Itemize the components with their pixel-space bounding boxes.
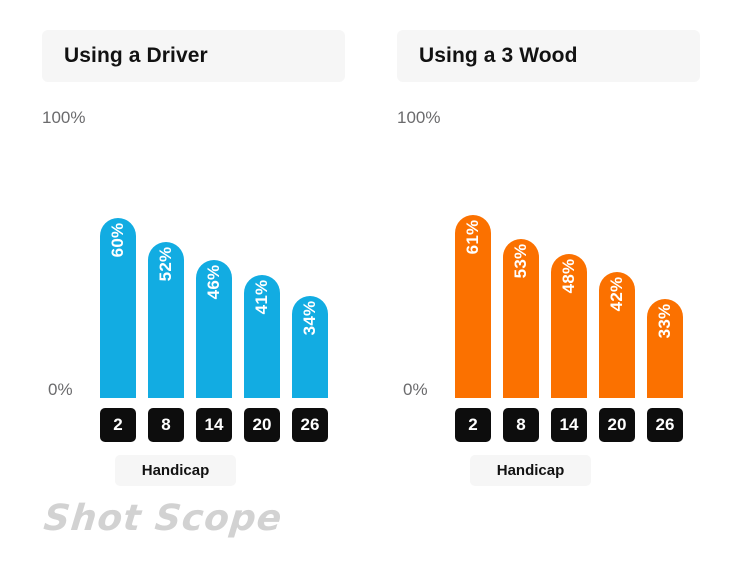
x-tick-chip[interactable]: 26 [292,408,328,442]
bar-slot: 42% [599,98,635,398]
bar-driver-20[interactable]: 41% [244,275,280,398]
bar-3-wood-26[interactable]: 33% [647,299,683,398]
charts-container: Using a Driver 100% 0% 60% 52% 46% 41% 3… [0,0,746,573]
y-axis-max-label-driver: 100% [42,108,86,127]
x-axis-ticks-3-wood: 2 8 14 20 26 [455,408,698,442]
bar-group-driver: 60% 52% 46% 41% 34% [100,98,343,398]
bar-value-label: 53% [511,243,530,279]
x-tick-chip[interactable]: 2 [100,408,136,442]
bar-slot: 48% [551,98,587,398]
bar-slot: 41% [244,98,280,398]
bar-value-label: 34% [300,300,319,336]
y-axis-max-label-3-wood: 100% [397,108,441,127]
bar-slot: 60% [100,98,136,398]
bar-slot: 52% [148,98,184,398]
x-tick-chip[interactable]: 2 [455,408,491,442]
bar-value-label: 33% [655,303,674,339]
chart-panel-driver: Using a Driver 100% 0% 60% 52% 46% 41% 3… [42,30,345,550]
bar-value-label: 46% [204,264,223,300]
x-tick-chip[interactable]: 14 [196,408,232,442]
bar-3-wood-8[interactable]: 53% [503,239,539,398]
bar-slot: 61% [455,98,491,398]
bar-slot: 53% [503,98,539,398]
bar-driver-2[interactable]: 60% [100,218,136,398]
bar-driver-8[interactable]: 52% [148,242,184,398]
x-axis-ticks-driver: 2 8 14 20 26 [100,408,343,442]
bar-driver-14[interactable]: 46% [196,260,232,398]
bar-slot: 46% [196,98,232,398]
bar-value-label: 42% [607,276,626,312]
bar-slot: 34% [292,98,328,398]
plot-area-3-wood: 61% 53% 48% 42% 33% [455,98,698,398]
chart-panel-3-wood: Using a 3 Wood 100% 0% 61% 53% 48% 42% 3… [397,30,700,550]
bar-3-wood-2[interactable]: 61% [455,215,491,398]
y-axis-min-label-3-wood: 0% [403,380,428,399]
x-tick-chip[interactable]: 14 [551,408,587,442]
bar-driver-26[interactable]: 34% [292,296,328,398]
bar-3-wood-14[interactable]: 48% [551,254,587,398]
page-title-3-wood: Using a 3 Wood [397,30,700,82]
bar-value-label: 48% [559,258,578,294]
x-tick-chip[interactable]: 20 [599,408,635,442]
x-tick-chip[interactable]: 8 [503,408,539,442]
bar-value-label: 41% [252,279,271,315]
x-axis-title-driver: Handicap [115,455,236,486]
bar-value-label: 52% [156,246,175,282]
shot-scope-logo: Shot Scope [41,498,285,539]
y-axis-min-label-driver: 0% [48,380,73,399]
x-tick-chip[interactable]: 26 [647,408,683,442]
plot-area-driver: 60% 52% 46% 41% 34% [100,98,343,398]
x-tick-chip[interactable]: 8 [148,408,184,442]
bar-3-wood-20[interactable]: 42% [599,272,635,398]
x-tick-chip[interactable]: 20 [244,408,280,442]
bar-slot: 33% [647,98,683,398]
bar-value-label: 60% [108,222,127,258]
bar-value-label: 61% [463,219,482,255]
x-axis-title-3-wood: Handicap [470,455,591,486]
bar-group-3-wood: 61% 53% 48% 42% 33% [455,98,698,398]
page-title-driver: Using a Driver [42,30,345,82]
